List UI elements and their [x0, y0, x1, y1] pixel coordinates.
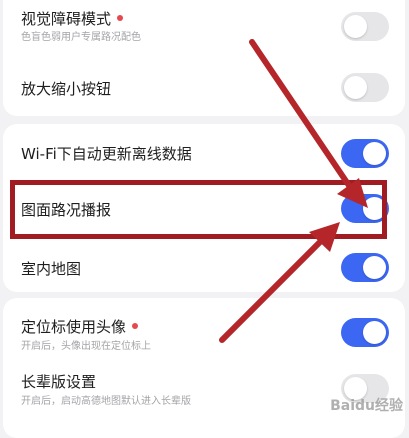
setting-row-avatar-locator[interactable]: 定位标使用头像 开启后，头像出现在定位标上 [3, 304, 405, 358]
toggle-knob [344, 76, 367, 99]
toggle-knob [344, 15, 367, 38]
indoor-map-toggle[interactable] [341, 253, 389, 282]
wifi-update-toggle[interactable] [341, 139, 389, 168]
visual-mode-toggle[interactable] [341, 12, 389, 41]
setting-row-visual-mode[interactable]: 视觉障碍模式 色盲色弱用户专属路况配色 [3, 0, 405, 50]
setting-description: 开启后，头像出现在定位标上 [21, 341, 151, 352]
setting-row-wifi-update[interactable]: Wi-Fi下自动更新离线数据 [3, 128, 405, 178]
avatar-locator-toggle[interactable] [341, 318, 389, 347]
setting-description: 色盲色弱用户专属路况配色 [21, 32, 141, 43]
setting-label: 室内地图 [21, 260, 82, 278]
setting-label: 定位标使用头像 [21, 316, 139, 337]
toggle-knob [363, 142, 386, 165]
new-badge-dot [132, 323, 139, 329]
setting-label: 长辈版设置 [21, 373, 97, 391]
watermark-text: Baidu经验 [330, 398, 403, 414]
setting-row-zoom-buttons[interactable]: 放大缩小按钮 [3, 62, 405, 112]
zoom-buttons-toggle[interactable] [341, 73, 389, 102]
setting-label: 放大缩小按钮 [21, 80, 112, 98]
setting-row-indoor-map[interactable]: 室内地图 [3, 242, 405, 292]
setting-description: 开启后，启动高德地图默认进入长辈版 [21, 396, 191, 407]
annotation-highlight-box [10, 180, 387, 239]
setting-label: Wi-Fi下自动更新离线数据 [21, 145, 192, 163]
new-badge-dot [117, 15, 124, 21]
settings-card-display: 视觉障碍模式 色盲色弱用户专属路况配色 放大缩小按钮 [3, 0, 405, 116]
settings-card-misc: 定位标使用头像 开启后，头像出现在定位标上 长辈版设置 开启后，启动高德地图默认… [3, 298, 405, 438]
toggle-knob [363, 256, 386, 279]
toggle-knob [363, 321, 386, 344]
setting-label: 视觉障碍模式 [21, 8, 124, 29]
